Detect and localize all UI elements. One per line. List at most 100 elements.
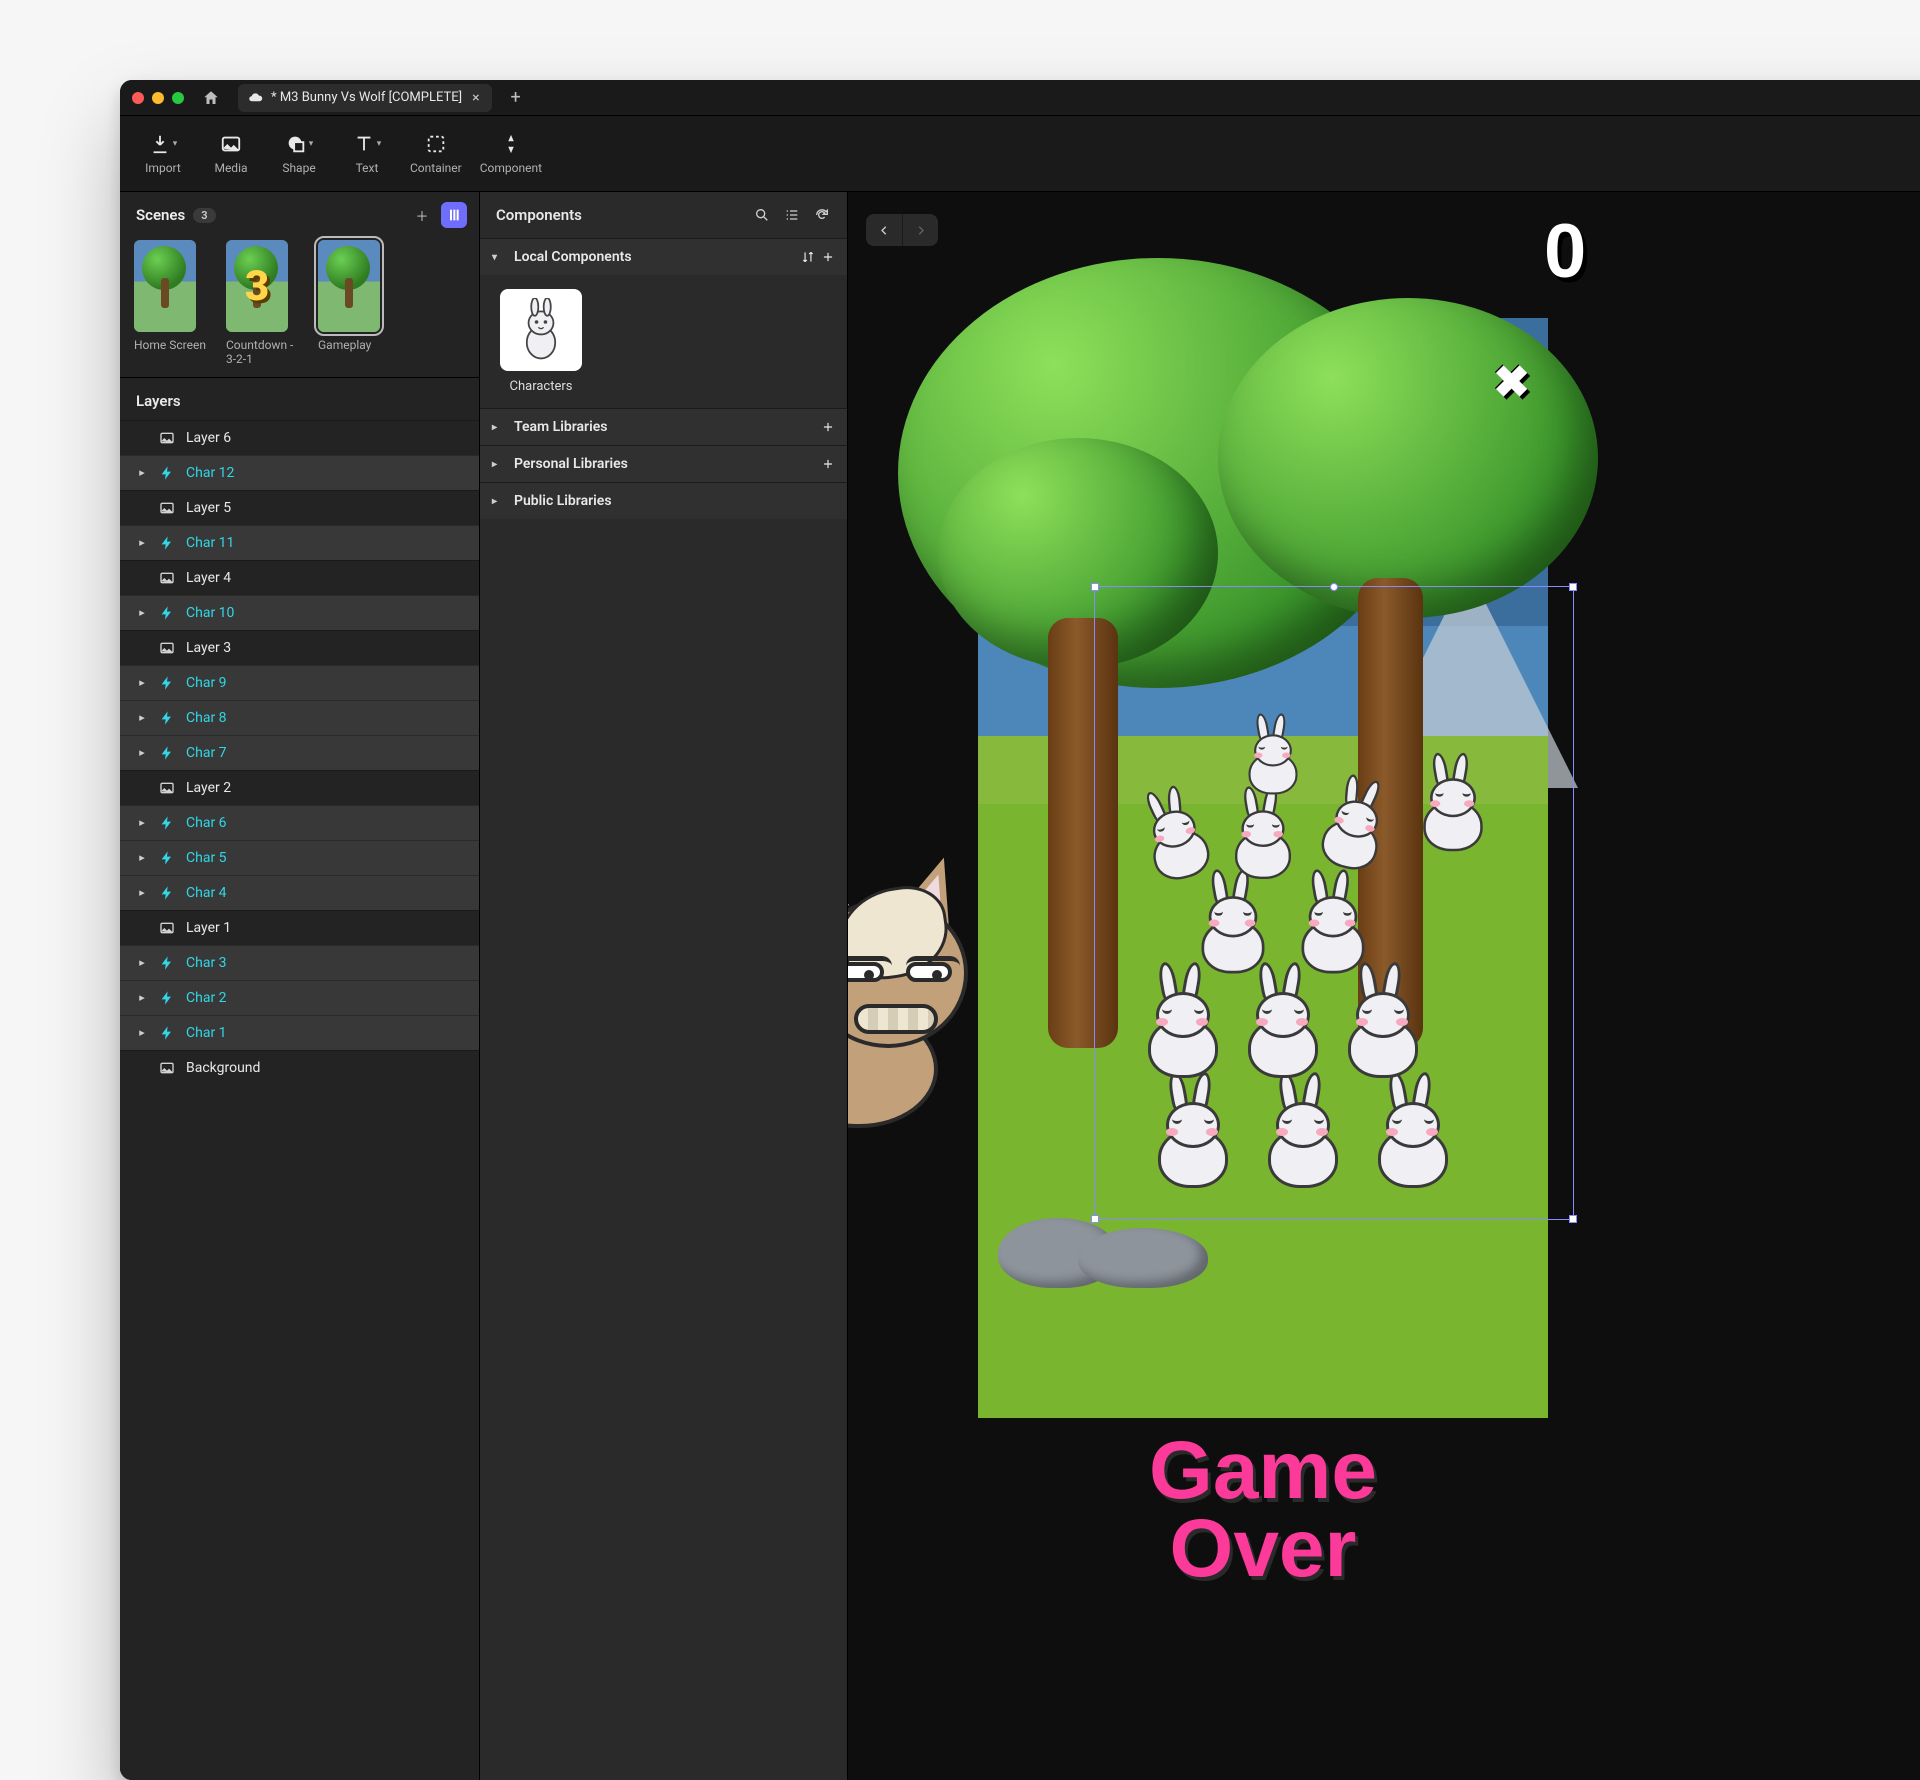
layer-name: Layer 2: [186, 780, 467, 796]
canvas[interactable]: 0 Gameplay ✖ L N: [848, 192, 1920, 1780]
public-libraries-header[interactable]: ▸ Public Libraries: [480, 483, 847, 519]
layer-name: Background: [186, 1060, 467, 1076]
layer-row[interactable]: ▸Layer 2: [120, 770, 479, 805]
layer-name: Char 5: [186, 850, 467, 866]
scene-thumbnail[interactable]: 3Countdown - 3-2-1: [226, 240, 304, 367]
bunny-character[interactable]: [1415, 766, 1492, 860]
selection-handle[interactable]: [1569, 1215, 1577, 1223]
layer-row[interactable]: ▸Char 5: [120, 840, 479, 875]
bunny-character[interactable]: [1368, 1088, 1458, 1198]
window-minimize-button[interactable]: [152, 92, 164, 104]
image-icon: [158, 499, 176, 517]
layer-row[interactable]: ▸Char 4: [120, 875, 479, 910]
team-libraries-header[interactable]: ▸ Team Libraries: [480, 409, 847, 445]
toolbar-text-label: Text: [356, 161, 379, 175]
local-components-header[interactable]: ▾ Local Components: [480, 239, 847, 275]
titlebar: * M3 Bunny Vs Wolf [COMPLETE] × +: [120, 80, 1920, 116]
chevron-right-icon: ▸: [492, 422, 504, 433]
toolbar-import[interactable]: ▾ Import: [138, 133, 188, 175]
bunny-character[interactable]: [1238, 978, 1328, 1088]
plus-icon[interactable]: [821, 250, 835, 264]
bolt-icon: [158, 464, 176, 482]
toolbar-media-label: Media: [214, 161, 247, 175]
window-zoom-button[interactable]: [172, 92, 184, 104]
component-icon: [500, 133, 522, 155]
tab-close-button[interactable]: ×: [470, 91, 481, 105]
canvas-forward-button[interactable]: [902, 214, 938, 246]
window-close-button[interactable]: [132, 92, 144, 104]
layer-row[interactable]: ▸Char 8: [120, 700, 479, 735]
sort-icon[interactable]: [801, 250, 815, 264]
scene-view-toggle[interactable]: [441, 202, 467, 228]
new-tab-button[interactable]: +: [502, 84, 530, 112]
scene-thumbnail[interactable]: Gameplay: [318, 240, 396, 367]
import-icon: [149, 133, 171, 155]
layer-name: Char 7: [186, 745, 467, 761]
layer-row[interactable]: ▸Layer 4: [120, 560, 479, 595]
components-search-button[interactable]: [749, 202, 775, 228]
bunny-character[interactable]: [1258, 1088, 1348, 1198]
layer-row[interactable]: ▸Char 11: [120, 525, 479, 560]
toolbar-media[interactable]: Media: [206, 133, 256, 175]
layer-row[interactable]: ▸Layer 5: [120, 490, 479, 525]
document-tab[interactable]: * M3 Bunny Vs Wolf [COMPLETE] ×: [238, 84, 492, 112]
layer-row[interactable]: ▸Layer 3: [120, 630, 479, 665]
toolbar-component[interactable]: Component: [480, 133, 542, 175]
add-scene-button[interactable]: ＋: [409, 202, 435, 228]
layers-list[interactable]: ▸Layer 6▸Char 12▸Layer 5▸Char 11▸Layer 4…: [120, 420, 479, 1780]
chevron-right-icon: ▸: [136, 711, 148, 724]
home-icon[interactable]: [202, 89, 220, 107]
toolbar-text[interactable]: ▾ Text: [342, 133, 392, 175]
device-frame[interactable]: ✖ L N: [978, 318, 1548, 1418]
bunny-character[interactable]: [1293, 884, 1374, 983]
layer-row[interactable]: ▸Char 10: [120, 595, 479, 630]
bolt-icon: [158, 814, 176, 832]
app-window: * M3 Bunny Vs Wolf [COMPLETE] × + ▾ Impo…: [120, 80, 1920, 1780]
toolbar-shape[interactable]: ▾ Shape: [274, 133, 324, 175]
toolbar-import-label: Import: [145, 161, 181, 175]
canvas-back-button[interactable]: [866, 214, 902, 246]
chevron-right-icon: ▸: [492, 496, 504, 507]
chevron-right-icon: ▸: [136, 676, 148, 689]
layer-row[interactable]: ▸ Char 9: [120, 665, 479, 700]
layer-name: Char 4: [186, 885, 467, 901]
list-icon: [784, 207, 800, 223]
bunny-character[interactable]: [1338, 978, 1428, 1088]
bunny-character[interactable]: [1138, 978, 1228, 1088]
layer-row[interactable]: ▸Char 7: [120, 735, 479, 770]
image-icon: [158, 569, 176, 587]
close-game-button[interactable]: ✖: [1493, 356, 1530, 408]
layer-name: Char 9: [186, 675, 467, 691]
plus-icon[interactable]: [821, 420, 835, 434]
image-icon: [158, 639, 176, 657]
bunny-character[interactable]: [1227, 799, 1299, 887]
scene-label: Gameplay: [318, 338, 396, 352]
layer-row[interactable]: ▸Background: [120, 1050, 479, 1085]
bunny-character[interactable]: [1242, 725, 1305, 802]
selection-handle[interactable]: [1569, 583, 1577, 591]
components-title: Components: [496, 206, 582, 224]
personal-libraries-header[interactable]: ▸ Personal Libraries: [480, 446, 847, 482]
bolt-icon: [158, 604, 176, 622]
layer-row[interactable]: ▸Char 6: [120, 805, 479, 840]
layer-row[interactable]: ▸Char 3: [120, 945, 479, 980]
layer-row[interactable]: ▸Char 2: [120, 980, 479, 1015]
plus-icon[interactable]: [821, 457, 835, 471]
components-refresh-button[interactable]: [809, 202, 835, 228]
image-icon: [158, 1059, 176, 1077]
wolf-character[interactable]: [848, 878, 988, 1158]
layer-row[interactable]: ▸Char 12: [120, 455, 479, 490]
layer-row[interactable]: ▸Layer 1: [120, 910, 479, 945]
text-icon: [353, 133, 375, 155]
bolt-icon: [158, 884, 176, 902]
component-card-characters[interactable]: Characters: [496, 289, 586, 394]
bunny-character[interactable]: [1148, 1088, 1238, 1198]
layer-row[interactable]: ▸Char 1: [120, 1015, 479, 1050]
components-list-view-button[interactable]: [779, 202, 805, 228]
bunny-character[interactable]: [1193, 884, 1274, 983]
toolbar-container[interactable]: Container: [410, 133, 462, 175]
scene-thumbnail[interactable]: Home Screen: [134, 240, 212, 367]
layer-row[interactable]: ▸Layer 6: [120, 420, 479, 455]
bars-icon: [446, 207, 462, 223]
chevron-right-icon: ▸: [136, 606, 148, 619]
